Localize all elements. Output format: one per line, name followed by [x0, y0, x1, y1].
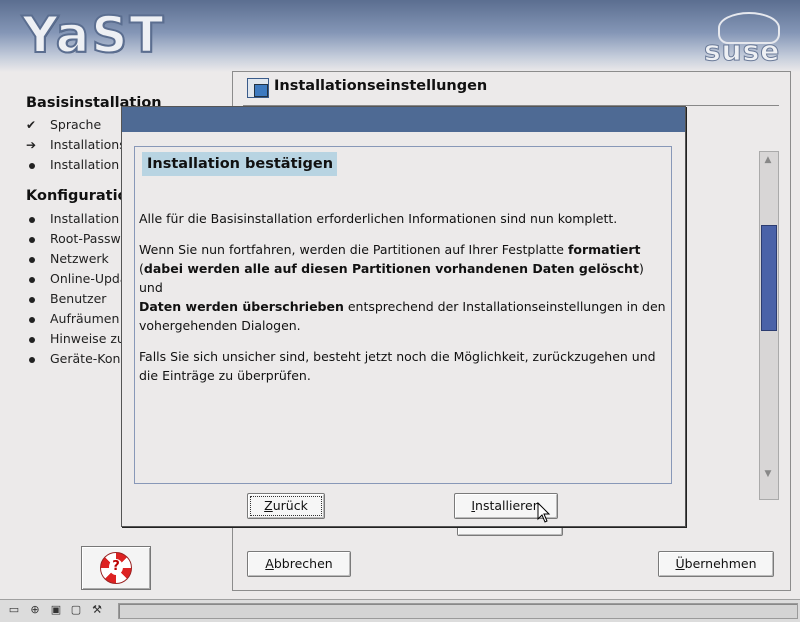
lifebuoy-help-icon: ? [100, 552, 132, 584]
step-hinweise: Hinweise zu [26, 329, 125, 349]
accept-label: bernehmen [684, 556, 757, 571]
dialog-heading: Installation bestätigen [142, 152, 337, 176]
step-label: Hinweise zu [50, 331, 125, 346]
step-installationseinstellungen: ➔ Installations [26, 135, 126, 155]
question-mark-glyph: ? [109, 559, 123, 575]
dialog-titlebar[interactable] [122, 107, 685, 132]
scroll-up-icon[interactable]: ▲ [762, 154, 774, 166]
dialog-message: Alle für die Basisinstallation erforderl… [139, 209, 671, 397]
cancel-button[interactable]: Abbrechen [247, 551, 351, 577]
install-label: nstallieren [475, 498, 541, 513]
step-label: Geräte-Kon [50, 351, 121, 366]
tools-icon[interactable]: ⚒ [91, 604, 103, 616]
network-icon[interactable]: ⊕ [29, 604, 41, 616]
step-geraete-konfiguration: Geräte-Kon [26, 349, 120, 369]
installation-settings-icon [247, 78, 269, 98]
bullet-icon [29, 276, 35, 283]
step-label: Benutzer [50, 291, 107, 306]
bullet-icon [29, 336, 35, 343]
step-netzwerk: Netzwerk [26, 249, 109, 269]
step-label: Sprache [50, 117, 102, 132]
step-label: Installations [50, 137, 126, 152]
step-root-password: Root-Passw [26, 229, 121, 249]
bullet-icon [29, 236, 35, 243]
help-button[interactable]: ? [81, 546, 151, 590]
accept-button[interactable]: Übernehmen [658, 551, 774, 577]
scroll-down-icon[interactable]: ▼ [762, 468, 774, 480]
mouse-cursor-icon [537, 502, 551, 523]
floppy-icon[interactable]: ▣ [50, 604, 62, 616]
message-paragraph-2: Wenn Sie nun fortfahren, werden die Part… [139, 240, 671, 335]
accept-mnemonic: Ü [675, 556, 685, 571]
header-banner: YaST suse [0, 0, 800, 72]
scrollbar-thumb[interactable] [761, 225, 777, 331]
confirm-installation-dialog: Installation bestätigen Alle für die Bas… [121, 106, 686, 527]
step-installation: Installation [26, 155, 119, 175]
step-label: Installation [50, 211, 120, 226]
step-config-installation: Installation [26, 209, 119, 229]
bold-text: formatiert [567, 242, 641, 257]
step-benutzer: Benutzer [26, 289, 106, 309]
back-label: urück [272, 498, 308, 513]
yast-logo: YaST [21, 5, 166, 65]
taskbar: ▭ ⊕ ▣ ▢ ⚒ [0, 599, 800, 622]
step-label: Installation [50, 157, 120, 172]
back-mnemonic: Z [264, 498, 273, 513]
folder-icon[interactable]: ▢ [70, 604, 82, 616]
bullet-icon [29, 356, 35, 363]
section-title-konfiguration: Konfiguratio [26, 188, 128, 204]
message-paragraph-3: Falls Sie sich unsicher sind, besteht je… [139, 349, 656, 383]
step-label: Root-Passw [50, 231, 121, 246]
text: Wenn Sie nun fortfahren, werden die Part… [139, 242, 568, 257]
bullet-icon [29, 216, 35, 223]
cancel-label: bbrechen [273, 556, 333, 571]
step-sprache: ✔ Sprache [26, 115, 101, 135]
bullet-icon [29, 256, 35, 263]
page-title: Installationseinstellungen [274, 78, 488, 94]
bullet-icon [29, 296, 35, 303]
bold-text: dabei werden alle auf diesen Partitionen… [143, 261, 639, 276]
arrow-right-icon: ➔ [26, 138, 37, 152]
back-button[interactable]: Zurück [247, 493, 325, 519]
step-label: Online-Upda [50, 271, 128, 286]
step-online-update: Online-Upda [26, 269, 128, 289]
check-icon: ✔ [26, 118, 37, 132]
suse-logo: suse [700, 12, 781, 68]
message-paragraph-1: Alle für die Basisinstallation erforderl… [139, 211, 618, 226]
drive-icon[interactable]: ▭ [8, 604, 20, 616]
vertical-scrollbar[interactable]: ▲ ▼ [759, 151, 779, 500]
cancel-mnemonic: A [265, 556, 274, 571]
dialog-content-frame: Installation bestätigen Alle für die Bas… [134, 146, 672, 484]
taskbar-field [118, 603, 798, 619]
step-aufraeumen: Aufräumen [26, 309, 119, 329]
bullet-icon [29, 316, 35, 323]
bullet-icon [29, 162, 35, 169]
step-label: Netzwerk [50, 251, 109, 266]
suse-wordmark: suse [703, 34, 781, 68]
bold-text: Daten werden überschrieben [139, 299, 344, 314]
step-label: Aufräumen [50, 311, 120, 326]
